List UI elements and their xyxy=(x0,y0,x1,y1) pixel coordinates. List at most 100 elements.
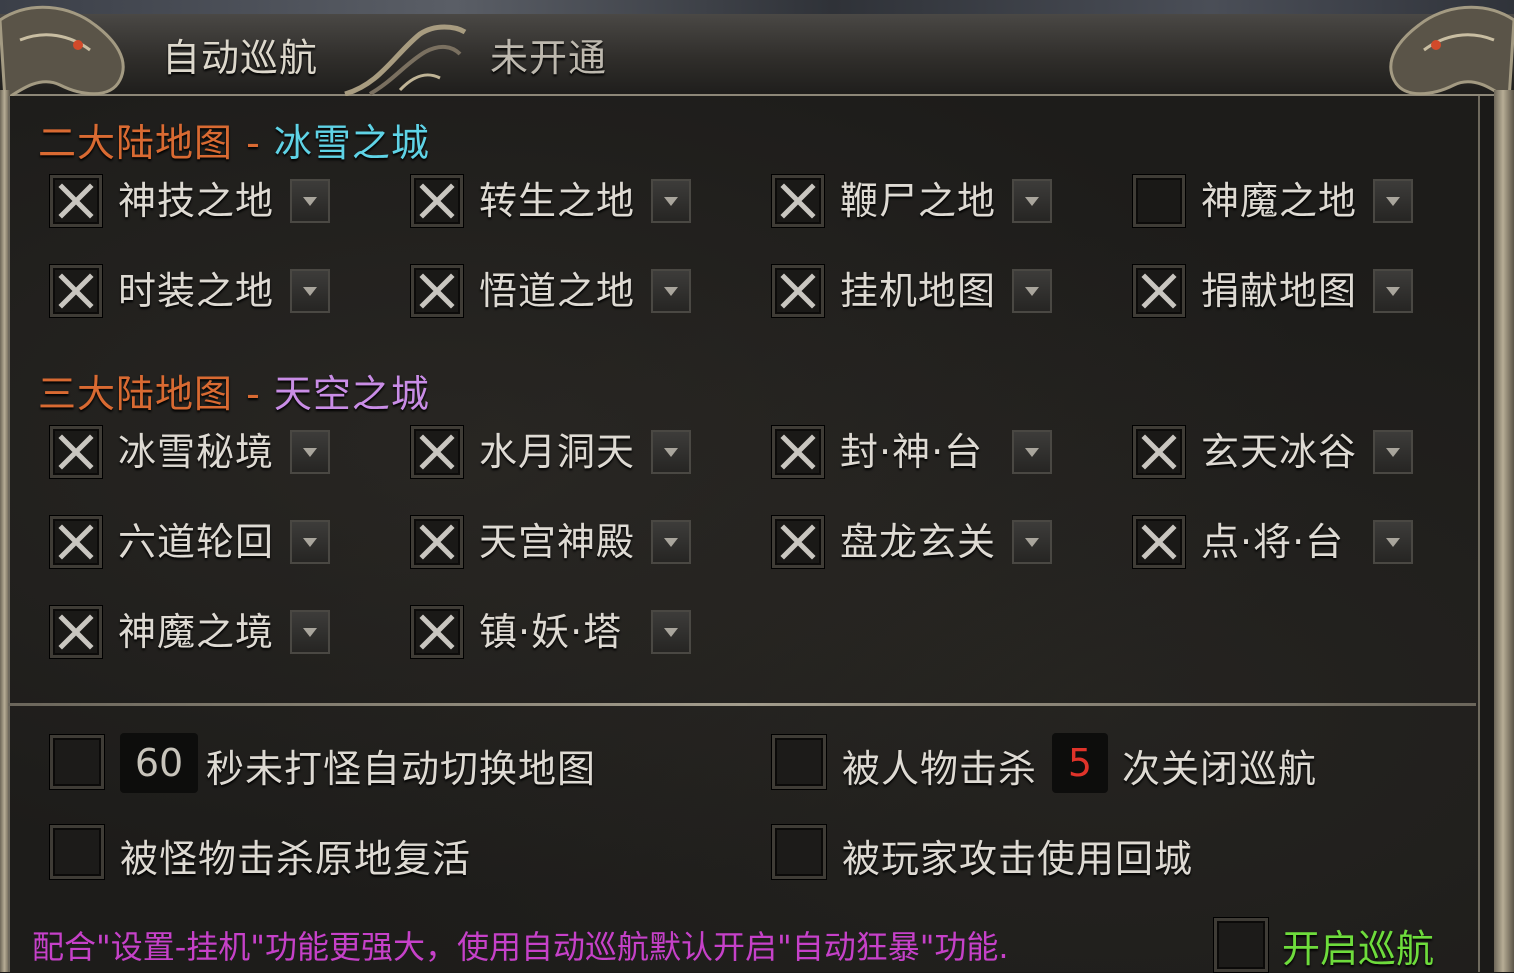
map-dropdown-button[interactable] xyxy=(290,610,330,654)
map-checkbox[interactable] xyxy=(411,516,463,568)
map-label: 神技之地 xyxy=(118,179,275,223)
map-dropdown-button[interactable] xyxy=(290,179,330,223)
map-item[interactable]: 神魔之地 xyxy=(1133,175,1418,231)
auto-switch-label: 秒未打怪自动切换地图 xyxy=(206,747,597,791)
x-mark-icon xyxy=(58,273,94,309)
footer-note: 配合"设置-挂机"功能更强大，使用自动巡航默认开启"自动狂暴"功能. xyxy=(32,928,1009,966)
map-checkbox[interactable] xyxy=(772,426,824,478)
top-strip xyxy=(0,0,1514,14)
x-mark-icon xyxy=(419,183,455,219)
triangle-down-icon xyxy=(1386,197,1400,206)
map-item[interactable]: 盘龙玄关 xyxy=(772,516,1057,572)
triangle-down-icon xyxy=(303,628,317,637)
map-dropdown-button[interactable] xyxy=(1373,269,1413,313)
map-item[interactable]: 六道轮回 xyxy=(50,516,335,572)
tab-not-open[interactable]: 未开通 xyxy=(490,28,607,88)
map-dropdown-button[interactable] xyxy=(651,179,691,223)
map-dropdown-button[interactable] xyxy=(1012,269,1052,313)
x-mark-icon xyxy=(419,614,455,650)
map-dropdown-button[interactable] xyxy=(1012,179,1052,223)
x-mark-icon xyxy=(780,434,816,470)
return-town-checkbox[interactable] xyxy=(772,825,826,879)
map-label: 时装之地 xyxy=(118,269,275,313)
map-dropdown-button[interactable] xyxy=(290,269,330,313)
map-label: 水月洞天 xyxy=(479,430,636,474)
map-item[interactable]: 点·将·台 xyxy=(1133,516,1418,572)
map-checkbox[interactable] xyxy=(50,516,102,568)
map-dropdown-button[interactable] xyxy=(1012,520,1052,564)
map-checkbox[interactable] xyxy=(1133,265,1185,317)
revive-checkbox[interactable] xyxy=(50,825,104,879)
map-item[interactable]: 冰雪秘境 xyxy=(50,426,335,482)
map-checkbox[interactable] xyxy=(411,606,463,658)
killed-by-player-suffix: 次关闭巡航 xyxy=(1122,747,1318,791)
triangle-down-icon xyxy=(664,197,678,206)
map-checkbox[interactable] xyxy=(50,265,102,317)
tab-auto-cruise[interactable]: 自动巡航 xyxy=(162,28,318,88)
map-dropdown-button[interactable] xyxy=(651,520,691,564)
return-town-label: 被玩家攻击使用回城 xyxy=(842,837,1194,881)
x-mark-icon xyxy=(780,273,816,309)
map-item[interactable]: 神技之地 xyxy=(50,175,335,231)
map-item[interactable]: 天宫神殿 xyxy=(411,516,696,572)
map-checkbox[interactable] xyxy=(772,516,824,568)
section-separator: - xyxy=(233,121,274,165)
section-city-name: 冰雪之城 xyxy=(273,121,430,165)
switch-seconds-input[interactable]: 60 xyxy=(120,733,198,793)
map-checkbox[interactable] xyxy=(1133,175,1185,227)
x-mark-icon xyxy=(1141,524,1177,560)
triangle-down-icon xyxy=(1386,287,1400,296)
map-item[interactable]: 镇·妖·塔 xyxy=(411,606,696,662)
map-checkbox[interactable] xyxy=(1133,426,1185,478)
map-checkbox[interactable] xyxy=(772,175,824,227)
map-checkbox[interactable] xyxy=(1133,516,1185,568)
map-checkbox[interactable] xyxy=(411,426,463,478)
start-cruise-label: 开启巡航 xyxy=(1282,927,1435,971)
map-dropdown-button[interactable] xyxy=(651,430,691,474)
triangle-down-icon xyxy=(303,538,317,547)
map-item[interactable]: 封·神·台 xyxy=(772,426,1057,482)
x-mark-icon xyxy=(419,434,455,470)
map-dropdown-button[interactable] xyxy=(651,610,691,654)
map-checkbox[interactable] xyxy=(772,265,824,317)
tab-divider-ornament-icon xyxy=(344,24,467,96)
map-item[interactable]: 挂机地图 xyxy=(772,265,1057,321)
map-label: 捐献地图 xyxy=(1201,269,1358,313)
map-item[interactable]: 悟道之地 xyxy=(411,265,696,321)
map-dropdown-button[interactable] xyxy=(651,269,691,313)
auto-switch-checkbox[interactable] xyxy=(50,735,104,789)
map-item[interactable]: 鞭尸之地 xyxy=(772,175,1057,231)
map-label: 镇·妖·塔 xyxy=(479,610,623,654)
map-checkbox[interactable] xyxy=(50,606,102,658)
map-checkbox[interactable] xyxy=(50,426,102,478)
killed-count-input[interactable]: 5 xyxy=(1052,733,1108,793)
map-item[interactable]: 水月洞天 xyxy=(411,426,696,482)
map-dropdown-button[interactable] xyxy=(290,430,330,474)
x-mark-icon xyxy=(1141,273,1177,309)
triangle-down-icon xyxy=(1025,197,1039,206)
x-mark-icon xyxy=(58,614,94,650)
map-checkbox[interactable] xyxy=(411,265,463,317)
map-dropdown-button[interactable] xyxy=(1012,430,1052,474)
map-dropdown-button[interactable] xyxy=(290,520,330,564)
x-mark-icon xyxy=(419,273,455,309)
triangle-down-icon xyxy=(1025,538,1039,547)
section-title-continent-3: 三大陆地图 - 天空之城 xyxy=(38,363,430,418)
map-dropdown-button[interactable] xyxy=(1373,520,1413,564)
map-label: 神魔之境 xyxy=(118,610,275,654)
map-dropdown-button[interactable] xyxy=(1373,179,1413,223)
close-on-killed-checkbox[interactable] xyxy=(772,735,826,789)
map-item[interactable]: 捐献地图 xyxy=(1133,265,1418,321)
map-item[interactable]: 神魔之境 xyxy=(50,606,335,662)
start-cruise-checkbox[interactable] xyxy=(1214,918,1268,972)
map-label: 悟道之地 xyxy=(479,269,636,313)
map-item[interactable]: 时装之地 xyxy=(50,265,335,321)
map-checkbox[interactable] xyxy=(50,175,102,227)
section-divider xyxy=(8,703,1476,706)
map-label: 封·神·台 xyxy=(840,430,984,474)
map-dropdown-button[interactable] xyxy=(1373,430,1413,474)
map-item[interactable]: 玄天冰谷 xyxy=(1133,426,1418,482)
map-checkbox[interactable] xyxy=(411,175,463,227)
x-mark-icon xyxy=(1141,434,1177,470)
map-item[interactable]: 转生之地 xyxy=(411,175,696,231)
